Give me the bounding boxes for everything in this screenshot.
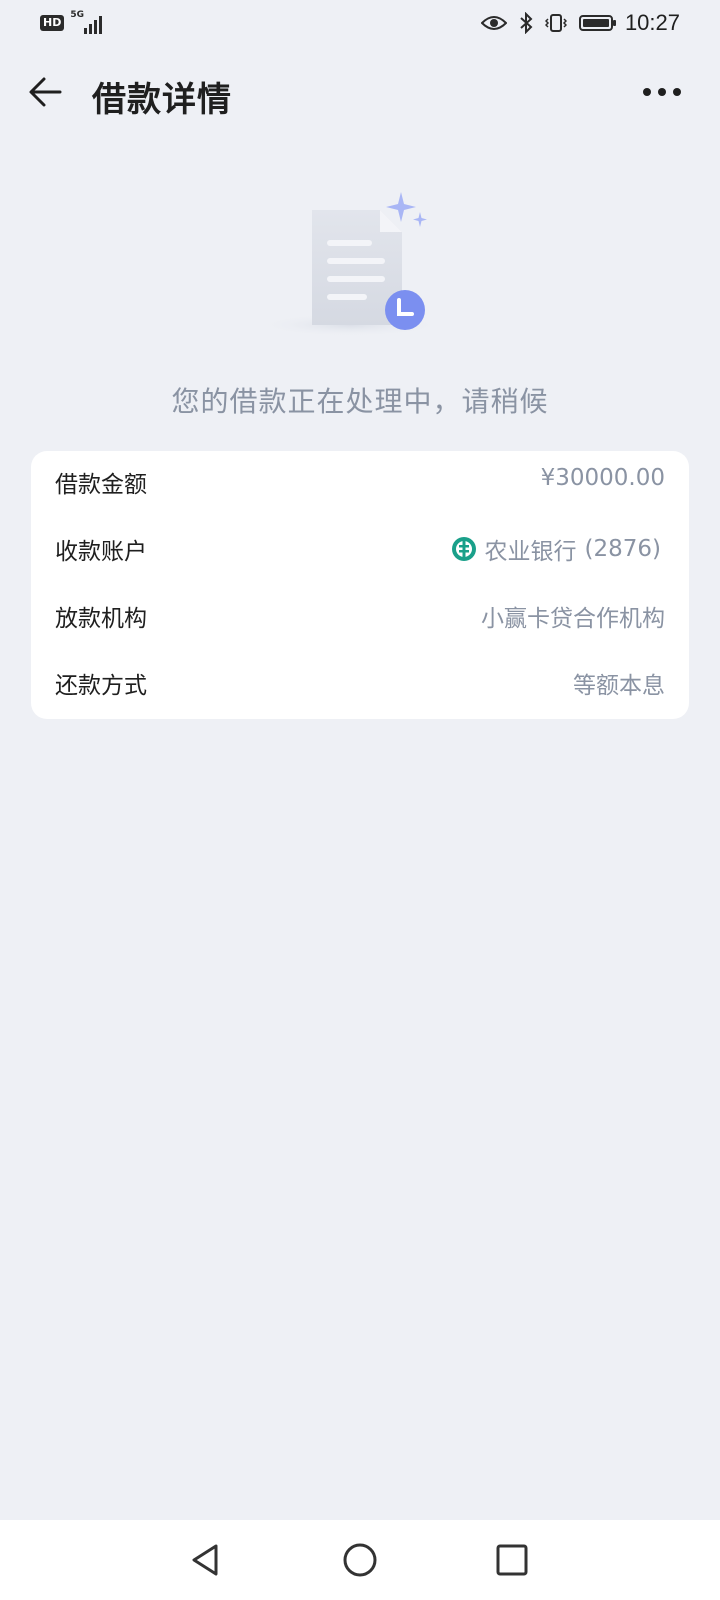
nav-home-circle-icon	[343, 1543, 377, 1577]
document-clock-icon	[255, 192, 445, 337]
battery-icon	[578, 15, 616, 31]
signal-icon: 5G	[70, 10, 103, 34]
nav-recents-button[interactable]	[492, 1540, 532, 1580]
arrow-left-icon	[29, 77, 62, 107]
status-left: HD 5G	[40, 10, 103, 34]
nav-home-button[interactable]	[340, 1540, 380, 1580]
detail-label: 借款金额	[55, 472, 147, 498]
processing-message: 您的借款正在处理中，请稍候	[171, 385, 549, 418]
detail-row-amount: 借款金额 ¥30000.00	[31, 451, 689, 511]
detail-value: 等额本息	[573, 673, 665, 699]
nav-back-button[interactable]	[186, 1540, 226, 1580]
nav-recents-square-icon	[496, 1544, 528, 1576]
hd-badge: HD	[40, 15, 65, 31]
account-value: 农业银行 (2876)	[451, 532, 661, 566]
page-title: 借款详情	[92, 80, 232, 120]
detail-value: 小赢卡贷合作机构	[481, 606, 665, 632]
detail-label: 放款机构	[55, 606, 147, 632]
vibrate-icon	[544, 14, 567, 32]
network-label: 5G	[70, 10, 84, 20]
detail-value: ¥30000.00	[540, 465, 665, 491]
processing-illustration	[250, 180, 450, 340]
abc-bank-logo-icon	[451, 537, 476, 561]
detail-row-repayment: 还款方式 等额本息	[31, 652, 689, 712]
nav-back-triangle-icon	[192, 1544, 218, 1576]
battery-level	[582, 19, 609, 27]
detail-label: 收款账户	[55, 539, 147, 565]
status-bar: HD 5G 10:27	[0, 0, 720, 48]
detail-row-account: 收款账户 农业银行 (2876)	[31, 518, 689, 578]
more-dots-icon	[643, 88, 681, 96]
app-bar: 借款详情	[0, 60, 720, 124]
bank-name: 农业银行	[484, 539, 577, 565]
eye-icon	[480, 16, 507, 30]
status-right: 10:27	[480, 10, 680, 36]
bluetooth-icon	[520, 12, 533, 34]
detail-row-lender: 放款机构 小赢卡贷合作机构	[31, 585, 689, 645]
loan-detail-card: 借款金额 ¥30000.00 收款账户 农业银行 (2876) 放款机构 小赢卡…	[31, 451, 689, 719]
system-nav-bar	[0, 1520, 720, 1600]
account-suffix: (2876)	[584, 536, 661, 562]
status-time: 10:27	[624, 10, 680, 35]
more-button[interactable]	[638, 74, 686, 110]
detail-label: 还款方式	[55, 673, 147, 699]
back-button[interactable]	[22, 70, 70, 114]
